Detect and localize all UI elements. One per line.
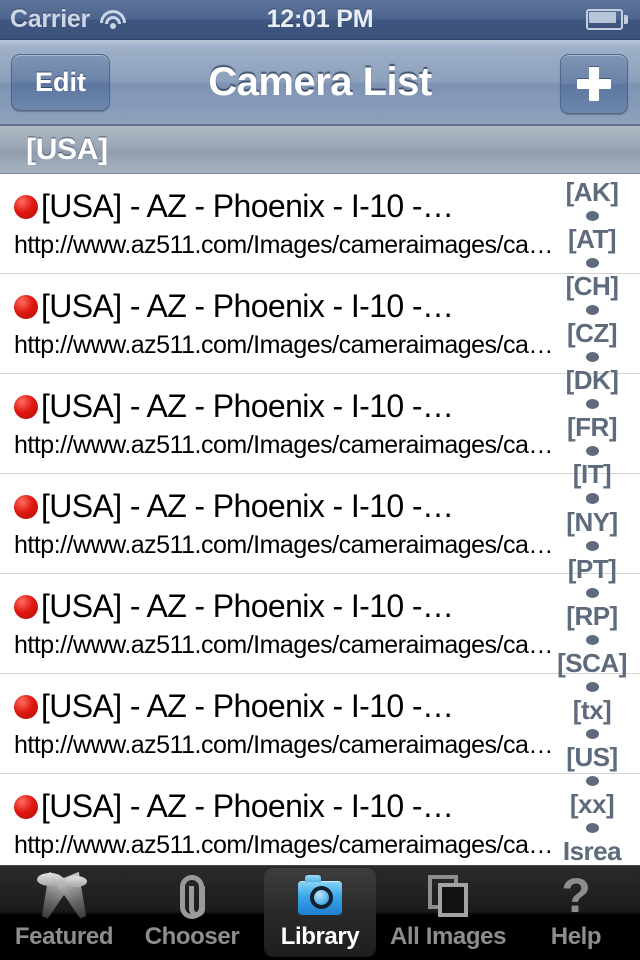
crossed-pennants-icon [34, 873, 94, 921]
row-title-label: [USA] - AZ - Phoenix - I-10 -… [41, 587, 454, 624]
tab-label: Chooser [144, 923, 240, 950]
question-mark-icon: ? [561, 870, 591, 923]
row-title-label: [USA] - AZ - Phoenix - I-10 -… [41, 187, 454, 224]
edit-button[interactable]: Edit [11, 54, 110, 111]
index-bar-dot-icon[interactable] [585, 681, 599, 692]
paperclip-icon [162, 873, 222, 921]
tab-library[interactable]: Library [256, 866, 384, 960]
tab-all-images[interactable]: All Images [384, 866, 512, 960]
battery-icon [586, 9, 628, 30]
camera-icon [290, 873, 350, 921]
status-dot-icon [14, 195, 38, 219]
index-bar-entry[interactable]: [US] [566, 743, 618, 771]
index-bar-dot-icon[interactable] [585, 446, 599, 457]
index-bar-entry[interactable]: [tx] [573, 696, 612, 724]
index-bar-dot-icon[interactable] [585, 540, 599, 551]
index-bar-entry[interactable]: [FR] [567, 413, 617, 441]
index-bar-dot-icon[interactable] [585, 305, 599, 316]
index-bar-entry[interactable]: [CZ] [567, 319, 617, 347]
index-bar-dot-icon[interactable] [585, 634, 599, 645]
section-index-bar[interactable]: [AK] [AT] [CH] [CZ] [DK] [FR] [IT] [NY] [PT] [RP]… [544, 174, 640, 865]
tab-help[interactable]: ? Help [512, 866, 640, 960]
row-title-label: [USA] - AZ - Phoenix - I-10 -… [41, 487, 454, 524]
tab-featured[interactable]: Featured [0, 866, 128, 960]
index-bar-entry[interactable]: [DK] [566, 366, 619, 394]
photo-stack-icon [418, 873, 478, 921]
index-bar-dot-icon[interactable] [585, 258, 599, 269]
status-dot-icon [14, 795, 38, 819]
index-bar-entry[interactable]: [xx] [570, 790, 615, 818]
tab-label: Featured [14, 923, 114, 950]
status-bar: Carrier 12:01 PM [0, 0, 640, 40]
index-bar-dot-icon[interactable] [585, 352, 599, 363]
tab-chooser[interactable]: Chooser [128, 866, 256, 960]
index-bar-entry[interactable]: [AT] [568, 225, 617, 253]
index-bar-dot-icon[interactable] [585, 493, 599, 504]
index-bar-dot-icon[interactable] [585, 587, 599, 598]
section-header-label: [USA] [26, 132, 108, 166]
navigation-bar: Edit Camera List [0, 40, 640, 126]
clock-label: 12:01 PM [266, 5, 374, 33]
row-title-label: [USA] - AZ - Phoenix - I-10 -… [41, 687, 454, 724]
index-bar-entry[interactable]: [AK] [566, 178, 619, 206]
row-title-label: [USA] - AZ - Phoenix - I-10 -… [41, 387, 454, 424]
index-bar-entry[interactable]: Isrea [563, 837, 622, 865]
tab-label: All Images [389, 923, 507, 950]
status-dot-icon [14, 295, 38, 319]
tab-label: Help [550, 923, 602, 950]
index-bar-entry[interactable]: [NY] [566, 508, 618, 536]
status-dot-icon [14, 695, 38, 719]
plus-icon [577, 67, 611, 101]
row-title-label: [USA] - AZ - Phoenix - I-10 -… [41, 787, 454, 824]
section-header-usa: [USA] [0, 126, 640, 174]
status-dot-icon [14, 595, 38, 619]
index-bar-dot-icon[interactable] [585, 775, 599, 787]
tab-bar: Featured Chooser Library All Images? Help [0, 865, 640, 960]
index-bar-entry[interactable]: [IT] [573, 460, 612, 488]
add-button[interactable] [560, 54, 628, 114]
index-bar-dot-icon[interactable] [585, 399, 599, 410]
app-root: Carrier 12:01 PM Edit Camera List [USA] … [0, 0, 640, 960]
index-bar-dot-icon[interactable] [585, 728, 599, 739]
tab-label: Library [280, 923, 360, 950]
index-bar-entry[interactable]: [RP] [566, 602, 618, 630]
index-bar-entry[interactable]: [CH] [566, 272, 619, 300]
index-bar-entry[interactable]: [SCA] [557, 649, 627, 677]
status-dot-icon [14, 395, 38, 419]
index-bar-dot-icon[interactable] [585, 211, 599, 222]
row-title-label: [USA] - AZ - Phoenix - I-10 -… [41, 287, 454, 324]
index-bar-entry[interactable]: [PT] [568, 555, 617, 583]
index-bar-dot-icon[interactable] [585, 823, 599, 834]
edit-button-label: Edit [35, 67, 86, 97]
status-dot-icon [14, 495, 38, 519]
